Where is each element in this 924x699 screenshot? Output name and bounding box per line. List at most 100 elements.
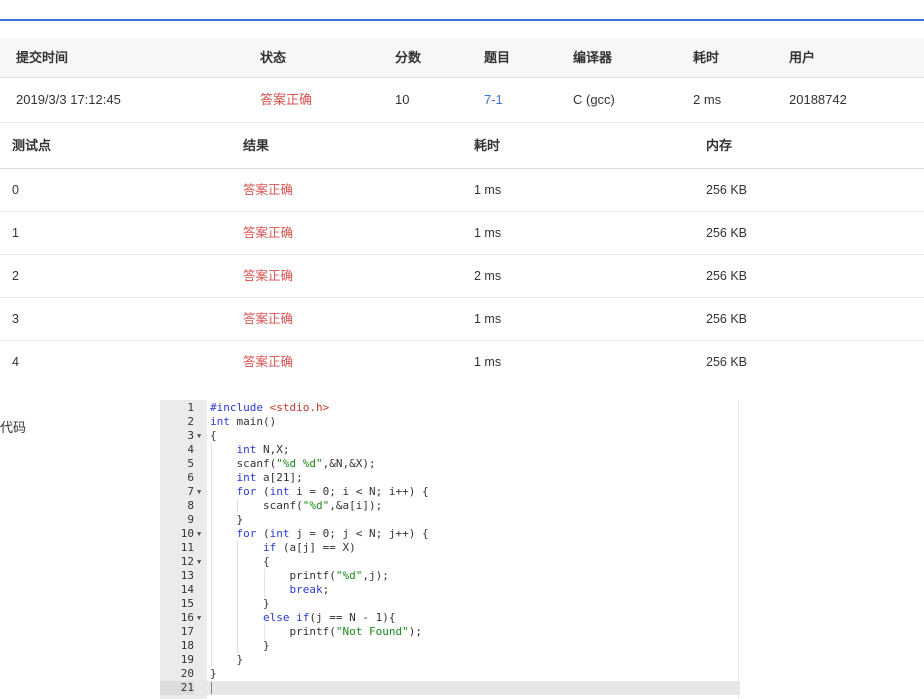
code-line[interactable]: 18 } bbox=[160, 639, 740, 653]
code-line[interactable]: 8 scanf("%d",&a[i]); bbox=[160, 499, 740, 513]
code-line[interactable]: 3 ▼ { bbox=[160, 429, 740, 443]
code-text: } bbox=[210, 513, 244, 526]
status-badge: 答案正确 bbox=[260, 92, 313, 107]
caret-down-icon[interactable]: ▼ bbox=[197, 429, 205, 443]
testcase-result: 答案正确 bbox=[243, 312, 294, 326]
indent-guide bbox=[263, 625, 265, 639]
compiler: C (gcc) bbox=[573, 92, 615, 107]
testcase-result: 答案正确 bbox=[243, 269, 294, 283]
code-line[interactable]: 10 ▼ for (int j = 0; j < N; j++) { bbox=[160, 527, 740, 541]
code-text: int N,X; bbox=[236, 443, 290, 456]
submission-table: 提交时间 状态 分数 题目 编译器 耗时 用户 2019/3/3 17:12:4… bbox=[0, 38, 924, 123]
line-number: 6 bbox=[187, 471, 194, 484]
header-compiler: 编译器 bbox=[573, 50, 613, 65]
code-line[interactable]: 13 printf("%d",j); bbox=[160, 569, 740, 583]
line-number: 8 bbox=[187, 499, 194, 512]
indent-guide bbox=[211, 443, 212, 667]
code-text: } bbox=[210, 597, 270, 610]
code-line[interactable]: 20} bbox=[160, 667, 740, 681]
caret-down-icon[interactable]: ▼ bbox=[197, 555, 205, 569]
top-accent-line bbox=[0, 19, 924, 21]
code-text: scanf("%d %d",&N,&X); bbox=[210, 457, 376, 470]
code-line[interactable]: 11 if (a[j] == X) bbox=[160, 541, 740, 555]
table-row: 1 答案正确 1 ms 256 KB bbox=[0, 212, 924, 255]
code-line[interactable]: 17 printf("Not Found"); bbox=[160, 625, 740, 639]
code-text: for (int j = 0; j < N; j++) { bbox=[236, 527, 429, 540]
code-text: for (int i = 0; i < N; i++) { bbox=[236, 485, 429, 498]
line-number: 17 bbox=[180, 625, 194, 638]
testcase-id: 0 bbox=[12, 183, 19, 197]
testcase-result: 答案正确 bbox=[243, 355, 294, 369]
code-line[interactable]: 16 ▼ else if(j == N - 1){ bbox=[160, 611, 740, 625]
line-number: 2 bbox=[187, 415, 194, 428]
elapsed-time: 2 ms bbox=[693, 92, 722, 107]
testcase-table: 测试点 结果 耗时 内存 0 答案正确 1 ms 256 KB 1 答案正确 1… bbox=[0, 124, 924, 383]
header-memory: 内存 bbox=[706, 138, 733, 153]
submit-time: 2019/3/3 17:12:45 bbox=[16, 92, 121, 107]
testcase-id: 2 bbox=[12, 269, 19, 283]
code-line[interactable]: 19 } bbox=[160, 653, 740, 667]
code-section-label: 代码 bbox=[0, 420, 27, 435]
caret-down-icon[interactable]: ▼ bbox=[197, 611, 205, 625]
code-text: } bbox=[210, 639, 270, 652]
testcase-result: 答案正确 bbox=[243, 183, 294, 197]
testcase-time: 1 ms bbox=[474, 183, 502, 197]
code-line[interactable]: 7 ▼ for (int i = 0; i < N; i++) { bbox=[160, 485, 740, 499]
text-cursor bbox=[211, 682, 212, 694]
header-score: 分数 bbox=[395, 50, 422, 65]
line-number: 3 bbox=[187, 429, 194, 442]
code-line[interactable]: 12 ▼ { bbox=[160, 555, 740, 569]
table-row: 3 答案正确 1 ms 256 KB bbox=[0, 298, 924, 341]
code-line[interactable]: 14 break; bbox=[160, 583, 740, 597]
indent-guide bbox=[237, 499, 239, 513]
submission-row: 2019/3/3 17:12:45 答案正确 10 7-1 C (gcc) 2 … bbox=[0, 78, 924, 123]
line-number: 4 bbox=[187, 443, 194, 456]
table-row: 4 答案正确 1 ms 256 KB bbox=[0, 341, 924, 383]
header-user: 用户 bbox=[789, 50, 816, 65]
caret-down-icon[interactable]: ▼ bbox=[197, 485, 205, 499]
testcase-memory: 256 KB bbox=[706, 355, 748, 369]
testcase-table-header: 测试点 结果 耗时 内存 bbox=[0, 124, 924, 169]
code-line[interactable]: 1 #include <stdio.h> bbox=[160, 401, 740, 415]
line-number: 20 bbox=[180, 667, 194, 680]
header-elapsed: 耗时 bbox=[693, 50, 720, 65]
header-time: 耗时 bbox=[474, 138, 501, 153]
line-number: 15 bbox=[180, 597, 194, 610]
testcase-id: 1 bbox=[12, 226, 19, 240]
line-number: 1 bbox=[187, 401, 194, 414]
header-testcase: 测试点 bbox=[12, 138, 52, 153]
code-text: int main() bbox=[210, 415, 277, 428]
code-text: } bbox=[210, 667, 217, 680]
problem-link[interactable]: 7-1 bbox=[484, 78, 503, 122]
line-number: 21 bbox=[160, 681, 194, 695]
line-number: 14 bbox=[180, 583, 194, 596]
submission-table-header: 提交时间 状态 分数 题目 编译器 耗时 用户 bbox=[0, 38, 924, 78]
code-text: if (a[j] == X) bbox=[262, 541, 356, 554]
code-line[interactable]: 6 int a[21]; bbox=[160, 471, 740, 485]
code-editor[interactable]: 1 #include <stdio.h> 2 int main() 3 ▼{4 int N… bbox=[160, 400, 740, 699]
testcase-memory: 256 KB bbox=[706, 269, 748, 283]
testcase-memory: 256 KB bbox=[706, 312, 748, 326]
code-line[interactable]: 4 int N,X; bbox=[160, 443, 740, 457]
code-line[interactable]: 21 bbox=[160, 681, 740, 695]
code-line[interactable]: 15 } bbox=[160, 597, 740, 611]
score: 10 bbox=[395, 92, 410, 107]
caret-down-icon[interactable]: ▼ bbox=[197, 527, 205, 541]
user-id: 20188742 bbox=[789, 92, 847, 107]
header-result: 结果 bbox=[243, 138, 270, 153]
header-submit-time: 提交时间 bbox=[16, 50, 69, 65]
table-row: 0 答案正确 1 ms 256 KB bbox=[0, 169, 924, 212]
code-text: printf("Not Found"); bbox=[210, 625, 422, 638]
testcase-time: 1 ms bbox=[474, 355, 502, 369]
testcase-id: 4 bbox=[12, 355, 19, 369]
code-text: break; bbox=[289, 583, 330, 596]
code-line[interactable]: 5 scanf("%d %d",&N,&X); bbox=[160, 457, 740, 471]
code-line[interactable]: 2 int main() bbox=[160, 415, 740, 429]
code-text: { bbox=[210, 555, 270, 568]
code-line[interactable]: 9 } bbox=[160, 513, 740, 527]
line-number: 5 bbox=[187, 457, 194, 470]
line-number: 19 bbox=[180, 653, 194, 666]
indent-guide bbox=[237, 541, 239, 653]
header-status: 状态 bbox=[260, 50, 287, 65]
line-number: 16 bbox=[180, 611, 194, 624]
